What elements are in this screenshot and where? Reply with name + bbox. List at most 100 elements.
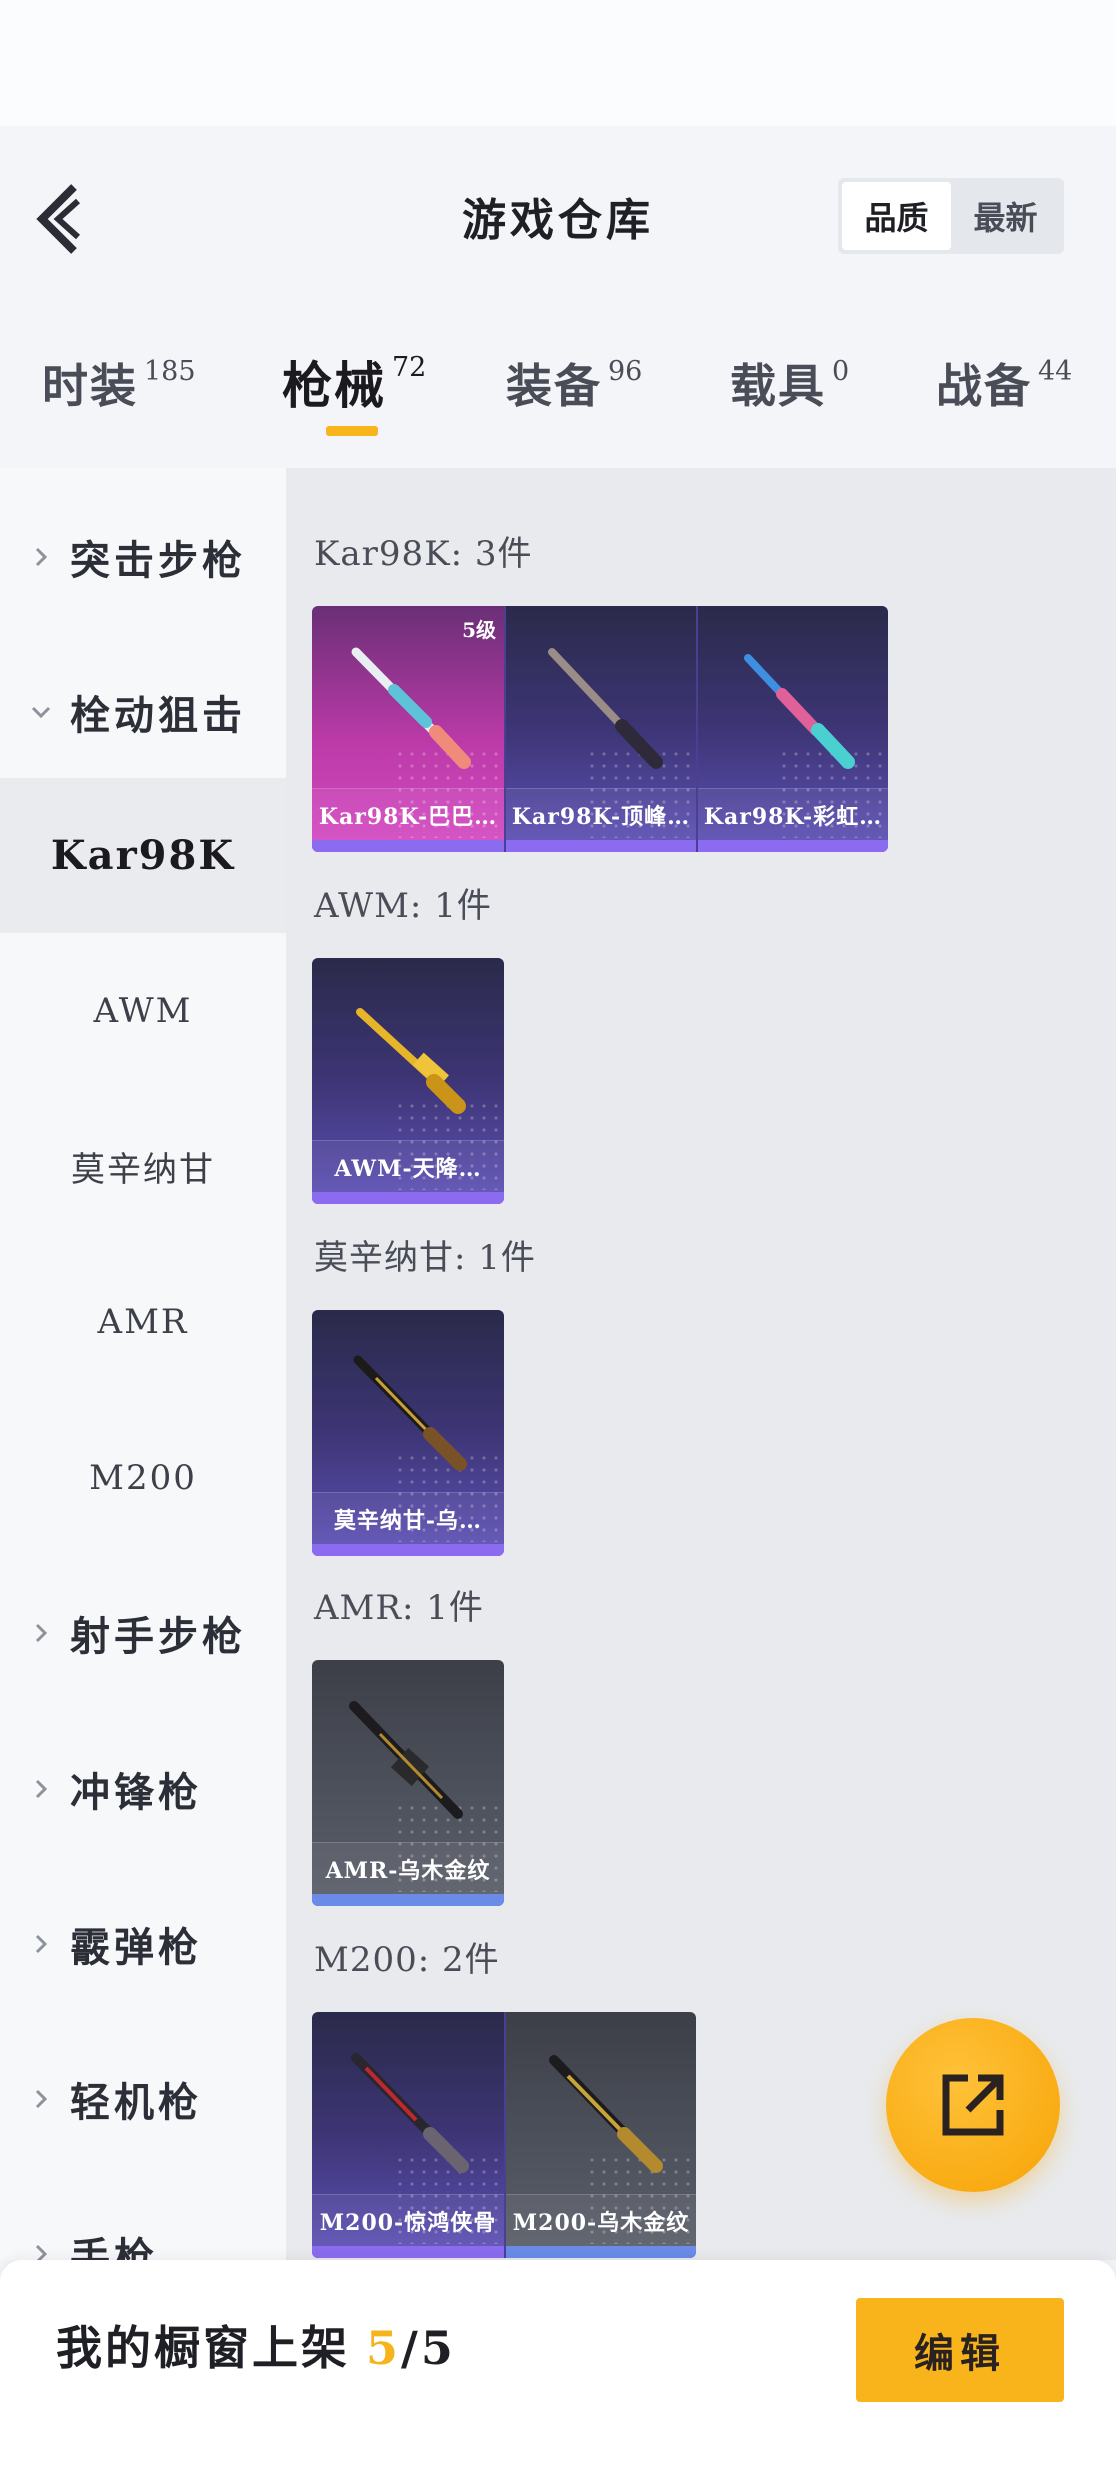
chevron-right-icon (35, 1934, 48, 1953)
header: 游戏仓库 品质 最新 (0, 126, 1116, 298)
item-name: M200-惊鸿侠骨 (312, 2194, 504, 2246)
tab-equipment[interactable]: 装备 96 (506, 350, 642, 416)
edit-button[interactable]: 编辑 (856, 2298, 1064, 2402)
tab-label: 时装 (42, 359, 138, 413)
sort-quality-button[interactable]: 品质 (842, 182, 951, 250)
item-card[interactable]: AWM-天降… (312, 958, 504, 1204)
sidebar-item-label: 栓动狙击 (70, 691, 246, 739)
sidebar-subitem-kar98k[interactable]: Kar98K (0, 778, 286, 933)
sidebar-item-label: 霰弹枪 (70, 1923, 202, 1971)
sidebar-subitem-m200[interactable]: M200 (0, 1400, 286, 1555)
tab-label: 载具 (730, 359, 826, 413)
item-row-awm: AWM-天降… (312, 958, 504, 1204)
item-grid-panel: Kar98K: 3件 5级 Kar98K-巴巴… Kar98K-顶峰… Kar9… (286, 468, 1116, 2260)
sidebar-item-assault-rifle[interactable]: 突击步枪 (0, 479, 286, 634)
rifle-icon (353, 1355, 467, 1471)
tab-count: 185 (144, 356, 196, 387)
sidebar-subitem-awm[interactable]: AWM (0, 933, 286, 1088)
item-name: Kar98K-彩虹… (698, 788, 888, 840)
showcase-total: 5 (420, 2321, 456, 2375)
rifle-icon (548, 648, 663, 769)
sort-newest-button[interactable]: 最新 (951, 182, 1060, 250)
item-name: AMR-乌木金纹 (312, 1842, 504, 1894)
share-button[interactable] (886, 2018, 1060, 2192)
item-row-amr: AMR-乌木金纹 (312, 1660, 504, 1906)
rifle-icon (351, 647, 471, 769)
tab-label: 装备 (506, 359, 602, 413)
chevron-right-icon (35, 1779, 48, 1798)
sidebar-item-pistol[interactable]: 手枪 (0, 2176, 286, 2260)
item-name: M200-乌木金纹 (506, 2194, 696, 2246)
sidebar-item-label: 突击步枪 (70, 536, 246, 584)
item-card[interactable]: AMR-乌木金纹 (312, 1660, 504, 1906)
sidebar-item-label: 轻机枪 (70, 2078, 202, 2126)
sidebar-item-label: 手枪 (70, 2233, 158, 2261)
tab-vehicles[interactable]: 载具 0 (730, 350, 849, 416)
rifle-icon (744, 654, 855, 769)
quality-bar (312, 2246, 504, 2258)
bottom-bar: 我的橱窗上架 5 / 5 编辑 (0, 2260, 1116, 2484)
tab-supplies[interactable]: 战备 44 (936, 350, 1072, 416)
chevron-right-icon (35, 547, 48, 566)
showcase-separator: / (401, 2321, 421, 2375)
tab-guns[interactable]: 枪械 72 (282, 346, 426, 418)
sort-toggle: 品质 最新 (838, 178, 1064, 254)
item-name: 莫辛纳甘-乌… (312, 1492, 504, 1544)
rifle-icon (549, 2055, 663, 2173)
quality-bar (312, 840, 504, 852)
quality-bar (698, 840, 888, 852)
tab-label: 战备 (936, 359, 1032, 413)
chevron-down-icon (31, 706, 51, 718)
tab-label: 枪械 (282, 356, 386, 415)
item-row-mosin: 莫辛纳甘-乌… (312, 1310, 504, 1556)
chevron-right-icon (35, 2089, 48, 2108)
group-title-amr: AMR: 1件 (314, 1588, 484, 1628)
category-sidebar: 突击步枪 栓动狙击 Kar98K AWM 莫辛纳甘 AMR M200 射手步枪 … (0, 468, 286, 2260)
quality-bar (312, 1192, 504, 1204)
rifle-icon (351, 2053, 469, 2173)
tab-fashion[interactable]: 时装 185 (42, 350, 196, 416)
item-card[interactable]: M200-惊鸿侠骨 (312, 2012, 504, 2258)
item-name: Kar98K-巴巴… (312, 788, 504, 840)
tab-count: 0 (832, 356, 850, 387)
group-title-mosin: 莫辛纳甘: 1件 (314, 1238, 536, 1278)
sidebar-item-lmg[interactable]: 轻机枪 (0, 2021, 286, 2176)
showcase-current: 5 (366, 2321, 402, 2375)
quality-bar (312, 1894, 504, 1906)
showcase-status: 我的橱窗上架 5 / 5 (56, 2312, 456, 2378)
sidebar-item-smg[interactable]: 冲锋枪 (0, 1711, 286, 1866)
sidebar-item-label: 冲锋枪 (70, 1768, 202, 1816)
item-card[interactable]: Kar98K-彩虹… (696, 606, 888, 852)
sidebar-item-label: 射手步枪 (70, 1612, 246, 1660)
item-name: AWM-天降… (312, 1140, 504, 1192)
tab-count: 44 (1038, 356, 1073, 387)
showcase-label: 我的橱窗上架 (56, 2321, 350, 2375)
rifle-icon (349, 1701, 463, 1819)
sidebar-item-bolt-sniper[interactable]: 栓动狙击 (0, 634, 286, 789)
quality-bar (312, 1544, 504, 1556)
category-tabs: 时装 185 枪械 72 装备 96 载具 0 战备 44 (0, 298, 1116, 468)
quality-bar (506, 840, 696, 852)
sidebar-subitem-amr[interactable]: AMR (0, 1244, 286, 1399)
tab-count: 96 (608, 356, 643, 387)
status-bar (0, 0, 1116, 126)
item-row-kar98k: 5级 Kar98K-巴巴… Kar98K-顶峰… Kar98K-彩虹… (312, 606, 888, 852)
group-title-awm: AWM: 1件 (314, 886, 492, 926)
item-row-m200: M200-惊鸿侠骨 M200-乌木金纹 (312, 2012, 696, 2258)
quality-bar (506, 2246, 696, 2258)
group-title-kar98k: Kar98K: 3件 (314, 534, 533, 574)
item-card[interactable]: 5级 Kar98K-巴巴… (312, 606, 504, 852)
item-card[interactable]: Kar98K-顶峰… (504, 606, 696, 852)
sidebar-item-marksman-rifle[interactable]: 射手步枪 (0, 1555, 286, 1710)
chevron-right-icon (35, 2244, 48, 2260)
item-card[interactable]: 莫辛纳甘-乌… (312, 1310, 504, 1556)
active-tab-indicator (326, 426, 378, 436)
item-name: Kar98K-顶峰… (506, 788, 696, 840)
sidebar-item-shotgun[interactable]: 霰弹枪 (0, 1866, 286, 2021)
share-external-icon (942, 2074, 1004, 2136)
tab-count: 72 (392, 352, 427, 383)
sidebar-subitem-mosin[interactable]: 莫辛纳甘 (0, 1089, 286, 1244)
group-title-m200: M200: 2件 (314, 1940, 500, 1980)
chevron-right-icon (35, 1623, 48, 1642)
item-card[interactable]: M200-乌木金纹 (504, 2012, 696, 2258)
